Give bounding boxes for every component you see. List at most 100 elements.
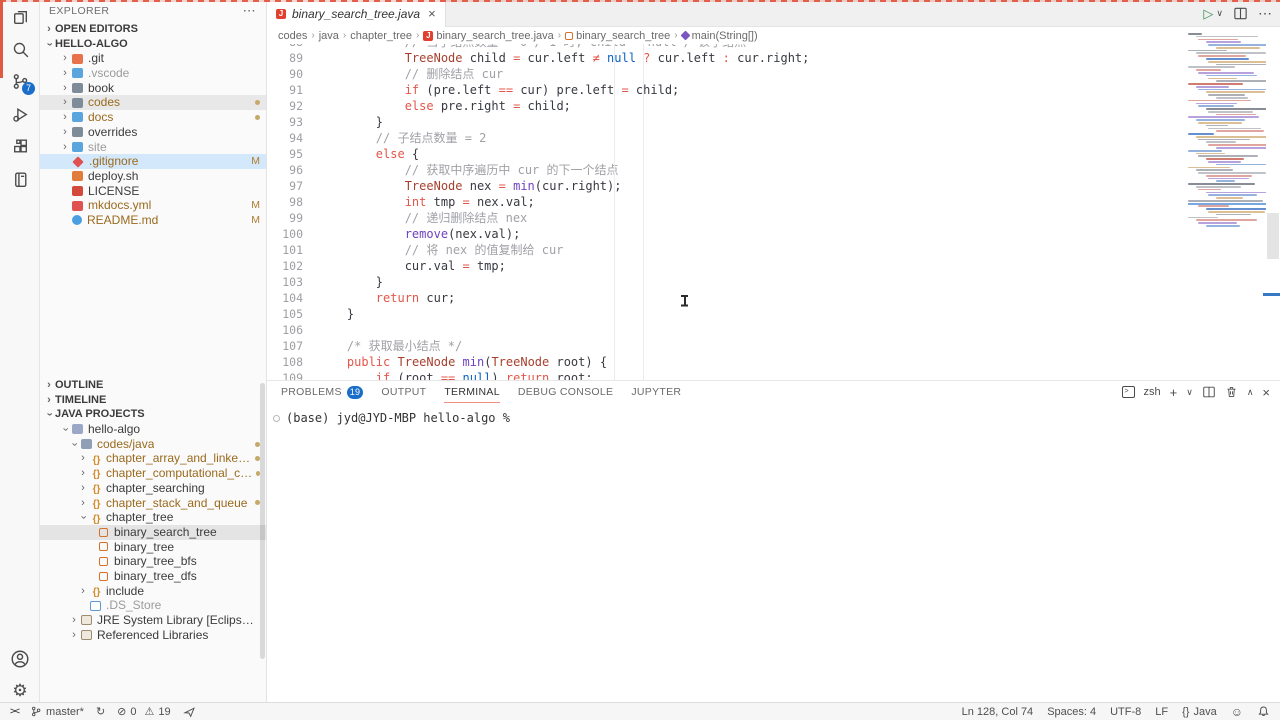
terminal-content[interactable]: (base) jyd@JYD-MBP hello-algo % [273, 411, 510, 425]
tree-item-license[interactable]: LICENSE [40, 184, 266, 199]
notebook-icon[interactable] [0, 164, 40, 194]
code-line-96[interactable]: 96 // 获取中序遍历中 cur 的下一个结点 [267, 162, 1280, 178]
chevron-right-icon[interactable]: › [77, 496, 89, 511]
breadcrumb-item-codes[interactable]: codes [278, 30, 307, 42]
chevron-right-icon[interactable]: › [59, 125, 71, 140]
tree-item-include[interactable]: ›{}include [40, 584, 266, 599]
chevron-down-icon[interactable]: › [67, 438, 82, 450]
tree-item-chapter-array-and-linkedlist[interactable]: ›{}chapter_array_and_linkedlist [40, 451, 266, 466]
chevron-right-icon[interactable]: › [59, 81, 71, 96]
editor-scrollbar[interactable] [1267, 213, 1279, 259]
settings-gear-icon[interactable]: ⚙ [0, 676, 40, 706]
terminal-dropdown-icon[interactable]: ∨ [1186, 387, 1193, 398]
code-line-89[interactable]: 89 TreeNode child = cur.left ≠ null ? cu… [267, 50, 1280, 66]
tree-item-site[interactable]: ›site [40, 140, 266, 155]
problems-summary[interactable]: ⊘0 ⚠19 [117, 705, 170, 718]
chevron-right-icon[interactable]: › [77, 451, 89, 466]
chevron-right-icon[interactable]: › [77, 584, 89, 599]
code-line-91[interactable]: 91 if (pre.left == cur) pre.left = child… [267, 82, 1280, 98]
chevron-right-icon[interactable]: › [59, 110, 71, 125]
tree-item-binary-tree-bfs[interactable]: binary_tree_bfs [40, 554, 266, 569]
code-line-105[interactable]: 105 } [267, 306, 1280, 322]
account-icon[interactable] [0, 644, 40, 674]
tree-item-overrides[interactable]: ›overrides [40, 125, 266, 140]
tree-item-docs[interactable]: ›docs [40, 110, 266, 125]
tree-item-deploy-sh[interactable]: deploy.sh [40, 169, 266, 184]
tree-item-binary-tree[interactable]: binary_tree [40, 540, 266, 555]
chevron-down-icon[interactable]: › [76, 512, 91, 524]
indentation[interactable]: Spaces: 4 [1047, 706, 1096, 718]
code-line-104[interactable]: 104 return cur; [267, 290, 1280, 306]
chevron-down-icon[interactable]: › [42, 38, 57, 50]
encoding[interactable]: UTF-8 [1110, 706, 1141, 718]
code-line-97[interactable]: 97 TreeNode nex = min(cur.right); [267, 178, 1280, 194]
tree-item-git[interactable]: ›.git [40, 51, 266, 66]
tree-item-readme-md[interactable]: README.mdM [40, 213, 266, 228]
tree-item-referenced-libraries[interactable]: ›Referenced Libraries [40, 628, 266, 643]
panel-tab-problems[interactable]: PROBLEMS19 [281, 381, 363, 403]
code-editor[interactable]: 88 // 当子结点数量 = 0 / 1 时, child = null / 该… [267, 44, 1280, 380]
breadcrumb-item-binary-search-tree-java[interactable]: Jbinary_search_tree.java [423, 30, 553, 42]
tree-item-hello-algo[interactable]: ›hello-algo [40, 422, 266, 437]
tree-item-ds-store[interactable]: .DS_Store [40, 598, 266, 613]
chevron-right-icon[interactable]: › [43, 378, 55, 393]
tree-item-binary-tree-dfs[interactable]: binary_tree_dfs [40, 569, 266, 584]
chevron-right-icon[interactable]: › [43, 393, 55, 408]
chevron-right-icon[interactable]: › [59, 140, 71, 155]
panel-tab-jupyter[interactable]: JUPYTER [631, 381, 681, 403]
run-button[interactable]: ▷ [1203, 6, 1213, 22]
close-panel-icon[interactable]: × [1262, 385, 1270, 400]
panel-tab-output[interactable]: OUTPUT [381, 381, 426, 403]
chevron-right-icon[interactable]: › [68, 613, 80, 628]
extensions-icon[interactable] [0, 131, 40, 161]
code-line-101[interactable]: 101 // 将 nex 的值复制给 cur [267, 242, 1280, 258]
tree-item-jre-system-library-eclipse-temurin-17-17[interactable]: ›JRE System Library [Eclipse Temurin 17 … [40, 613, 266, 628]
tree-item-codes-java[interactable]: ›codes/java [40, 437, 266, 452]
code-line-90[interactable]: 90 // 删除结点 cur [267, 66, 1280, 82]
code-line-106[interactable]: 106 [267, 322, 1280, 338]
language-mode[interactable]: {} Java [1182, 706, 1217, 718]
maximize-panel-icon[interactable]: ∧ [1247, 387, 1254, 398]
tree-item-vscode[interactable]: ›.vscode [40, 66, 266, 81]
section-java-projects[interactable]: ›JAVA PROJECTS [40, 407, 266, 422]
tree-item-binary-search-tree[interactable]: binary_search_tree [40, 525, 266, 540]
code-line-109[interactable]: 109 if (root == null) return root; [267, 370, 1280, 380]
shell-label[interactable]: zsh [1144, 386, 1161, 398]
split-editor-icon[interactable] [1233, 6, 1248, 21]
sync-button[interactable]: ↻ [96, 705, 105, 718]
tree-item-chapter-tree[interactable]: ›{}chapter_tree [40, 510, 266, 525]
panel-tab-debug-console[interactable]: DEBUG CONSOLE [518, 381, 614, 403]
code-line-95[interactable]: 95 else { [267, 146, 1280, 162]
chevron-right-icon[interactable]: › [59, 51, 71, 66]
chevron-right-icon[interactable]: › [59, 95, 71, 110]
code-line-108[interactable]: 108 public TreeNode min(TreeNode root) { [267, 354, 1280, 370]
chevron-right-icon[interactable]: › [77, 466, 89, 481]
eol-sequence[interactable]: LF [1155, 706, 1168, 718]
tree-item-book[interactable]: ›book [40, 81, 266, 96]
kill-terminal-icon[interactable] [1225, 385, 1238, 399]
breadcrumb-item-java[interactable]: java [319, 30, 339, 42]
breadcrumb-item-binary-search-tree[interactable]: binary_search_tree [565, 30, 670, 42]
section-timeline[interactable]: ›TIMELINE [40, 393, 266, 408]
code-line-99[interactable]: 99 // 递归删除结点 nex [267, 210, 1280, 226]
git-branch-item[interactable]: master* [30, 705, 84, 718]
explorer-icon[interactable] [0, 2, 40, 32]
chevron-right-icon[interactable]: › [43, 22, 55, 37]
tree-item-chapter-computational-complexity[interactable]: ›{}chapter_computational_complexity [40, 466, 266, 481]
breadcrumb-item-main-string[interactable]: main(String[]) [682, 30, 758, 42]
section-outline[interactable]: ›OUTLINE [40, 378, 266, 393]
feedback-smiley-icon[interactable]: ☺ [1231, 705, 1243, 719]
code-line-98[interactable]: 98 int tmp = nex.val; [267, 194, 1280, 210]
cursor-position[interactable]: Ln 128, Col 74 [962, 706, 1034, 718]
panel-tab-terminal[interactable]: TERMINAL [444, 381, 500, 403]
code-line-93[interactable]: 93 } [267, 114, 1280, 130]
code-line-102[interactable]: 102 cur.val = tmp; [267, 258, 1280, 274]
chevron-right-icon[interactable]: › [68, 628, 80, 643]
code-line-103[interactable]: 103 } [267, 274, 1280, 290]
chevron-down-icon[interactable]: › [58, 423, 73, 435]
publish-icon[interactable] [183, 705, 196, 718]
remote-indicator[interactable]: >< [10, 706, 18, 717]
run-debug-icon[interactable] [0, 99, 40, 129]
explorer-more-icon[interactable]: ⋯ [243, 0, 256, 22]
minimap[interactable] [1188, 33, 1266, 237]
